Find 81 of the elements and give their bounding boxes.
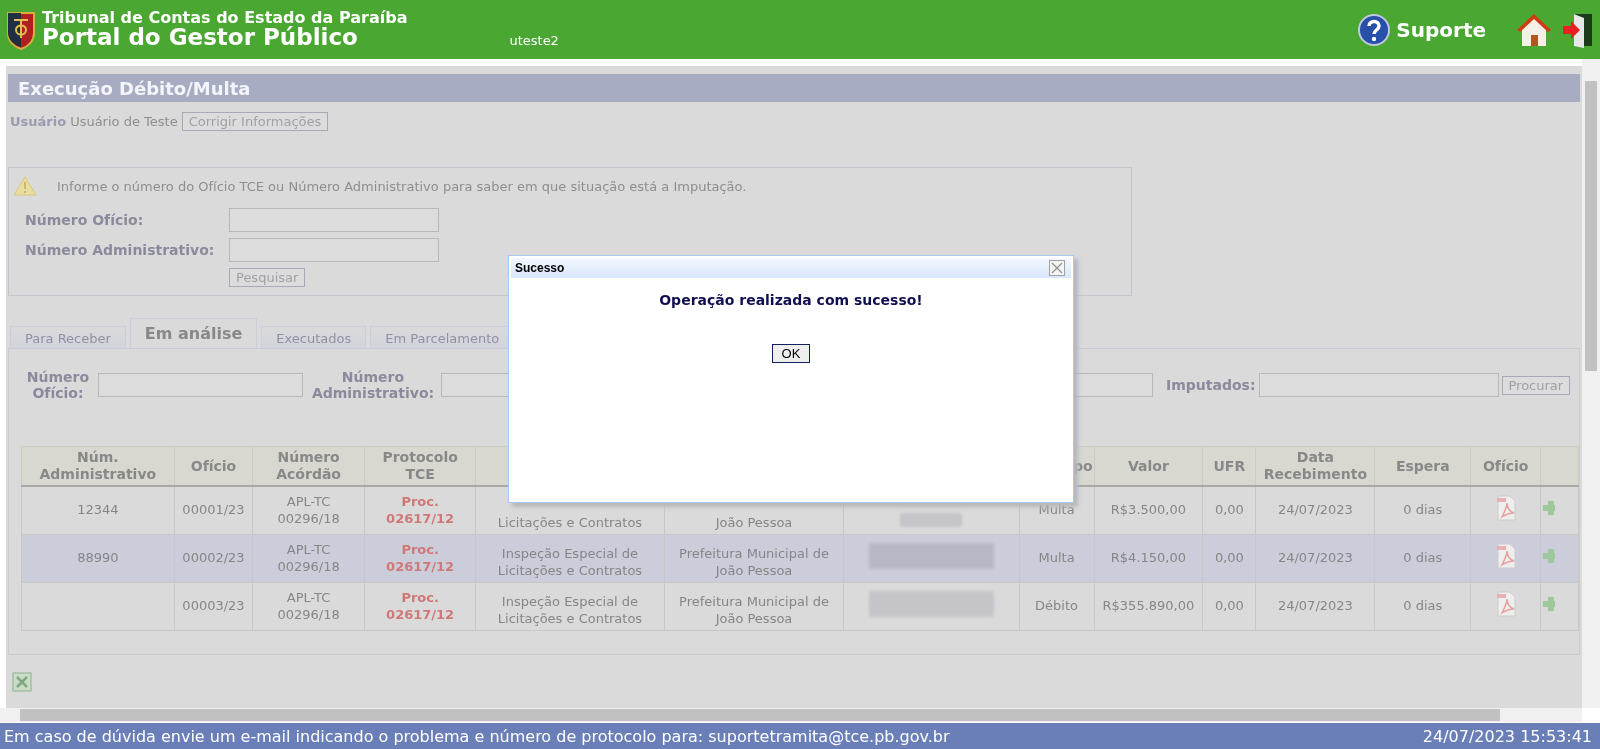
- table-cell: R$3.500,00: [1094, 486, 1203, 535]
- table-cell: 24/07/2023: [1255, 582, 1375, 631]
- info-message: Informe o número do Ofício TCE ou Número Administrativo para saber em que situação está a Imputação.: [57, 178, 747, 194]
- table-cell: 0,00: [1202, 534, 1256, 583]
- input-field[interactable]: [98, 373, 303, 397]
- tab[interactable]: Executados: [261, 326, 367, 348]
- horizontal-scrollbar[interactable]: [0, 708, 1582, 722]
- column-header: Espera: [1374, 446, 1471, 486]
- protocol-link[interactable]: Proc. 02617/12: [364, 534, 476, 583]
- warning-icon: [13, 176, 37, 196]
- field-label: Número Administrativo:: [310, 368, 436, 402]
- field-label: Número Ofício:: [25, 368, 91, 402]
- close-icon[interactable]: [1049, 260, 1065, 276]
- username: uteste2: [509, 33, 559, 48]
- pdf-icon[interactable]: [1494, 591, 1517, 618]
- table-cell: Débito: [1019, 582, 1095, 631]
- table-cell: 00002/23: [174, 534, 253, 583]
- table-cell: 00001/23: [174, 486, 253, 535]
- table-cell: 0,00: [1202, 486, 1256, 535]
- exit-door-icon[interactable]: [1562, 11, 1594, 48]
- field-label: Número Administrativo:: [25, 242, 216, 258]
- input-field[interactable]: [1258, 373, 1499, 397]
- pdf-icon[interactable]: [1494, 495, 1517, 522]
- help-icon[interactable]: [1358, 13, 1391, 46]
- column-header: Núm. Administrativo: [21, 446, 175, 486]
- protocol-link[interactable]: Proc. 02617/12: [364, 486, 476, 535]
- table-cell: APL-TC 00296/18: [252, 486, 365, 535]
- pdf-icon[interactable]: [1494, 543, 1517, 570]
- organization-name: Tribunal de Contas do Estado da Paraíba: [42, 10, 408, 26]
- fix-info-button[interactable]: Corrigir Informações: [181, 112, 329, 131]
- input-field[interactable]: [229, 238, 439, 262]
- tab[interactable]: Para Receber: [10, 326, 126, 348]
- table-cell: 24/07/2023: [1255, 486, 1375, 535]
- table-cell: 0 dias: [1374, 534, 1471, 583]
- user-label: Usuário: [10, 114, 67, 129]
- search-button[interactable]: Pesquisar: [229, 268, 306, 287]
- table-cell: Inspeção Especial de Licitações e Contratos: [475, 534, 665, 583]
- page-title: Execução Débito/Multa: [8, 74, 1580, 102]
- support-message: Em caso de dúvida envie um e-mail indicando o problema e número de protocolo para: suportetramita@tce.pb.gov.br: [4, 727, 950, 746]
- table-cell: Multa: [1019, 534, 1095, 583]
- table-cell: R$355.890,00: [1094, 582, 1203, 631]
- portal-title: Portal do Gestor Público: [42, 26, 359, 49]
- vertical-scrollbar[interactable]: [1582, 59, 1600, 708]
- table-cell: 0 dias: [1374, 582, 1471, 631]
- column-header: UFR: [1202, 446, 1256, 486]
- field-label: Número Ofício:: [25, 212, 145, 228]
- column-header: Número Acórdão: [252, 446, 365, 486]
- table-cell: APL-TC 00296/18: [252, 582, 365, 631]
- column-header: Data Recebimento: [1255, 446, 1375, 486]
- table-cell: 24/07/2023: [1255, 534, 1375, 583]
- dialog-title: Sucesso: [515, 261, 565, 275]
- column-header: Protocolo TCE: [364, 446, 476, 486]
- coat-of-arms-logo: [6, 9, 36, 50]
- support-link[interactable]: Suporte: [1396, 17, 1486, 42]
- column-header: Ofício: [1470, 446, 1541, 486]
- input-field[interactable]: [229, 208, 439, 232]
- dialog-message: Operação realizada com sucesso!: [659, 292, 923, 308]
- protocol-link[interactable]: Proc. 02617/12: [364, 582, 476, 631]
- plus-icon[interactable]: [1543, 548, 1556, 565]
- table-cell: 0,00: [1202, 582, 1256, 631]
- column-header: Ofício: [174, 446, 253, 486]
- table-cell: 0 dias: [1374, 486, 1471, 535]
- ok-button[interactable]: OK: [771, 344, 811, 363]
- plus-icon[interactable]: [1543, 500, 1556, 517]
- table-cell: Prefeitura Municipal de João Pessoa: [664, 582, 844, 631]
- tab[interactable]: Em análise: [129, 318, 258, 348]
- table-cell: R$4.150,00: [1094, 534, 1203, 583]
- search-button[interactable]: Procurar: [1501, 375, 1571, 395]
- user-name: Usuário de Teste: [70, 114, 178, 129]
- home-icon[interactable]: [1516, 11, 1552, 48]
- table-cell: APL-TC 00296/18: [252, 534, 365, 583]
- spreadsheet-icon[interactable]: [12, 672, 32, 692]
- plus-icon[interactable]: [1543, 596, 1556, 613]
- field-label: Imputados:: [1166, 376, 1256, 394]
- table-cell: Inspeção Especial de Licitações e Contratos: [475, 582, 665, 631]
- table-cell: Prefeitura Municipal de João Pessoa: [664, 534, 844, 583]
- datetime: 24/07/2023 15:53:41: [1422, 727, 1592, 746]
- table-cell: 88990: [21, 534, 175, 583]
- table-cell: 12344: [21, 486, 175, 535]
- column-header: Valor: [1094, 446, 1203, 486]
- table-cell: 00003/23: [174, 582, 253, 631]
